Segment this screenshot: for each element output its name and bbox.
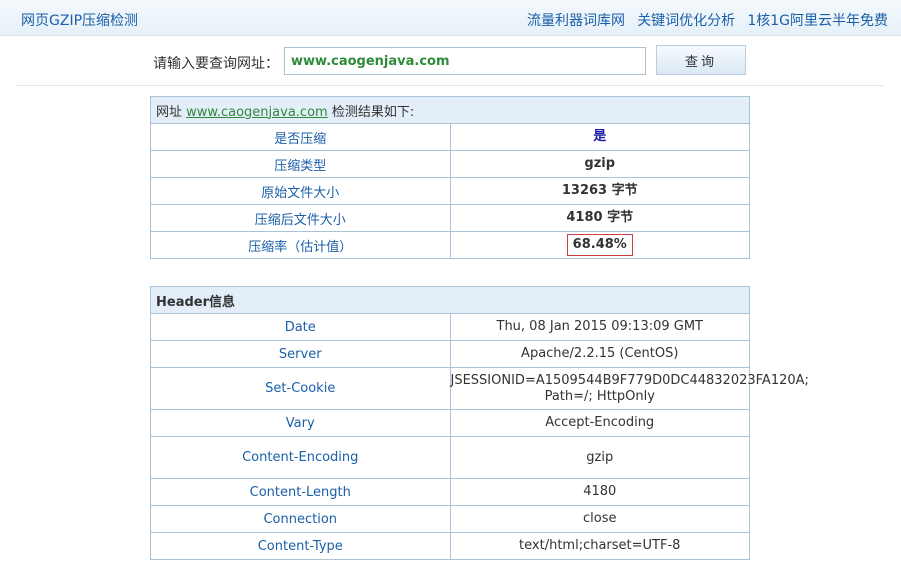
row-key: Set-Cookie xyxy=(150,367,451,410)
divider xyxy=(16,85,884,86)
table-row: Server Apache/2.2.15 (CentOS) xyxy=(150,340,750,368)
row-key: Date xyxy=(150,313,451,341)
search-label: 请输入要查询网址： xyxy=(153,56,279,72)
url-input[interactable] xyxy=(284,47,646,75)
table-row: 压缩率（估计值） 68.48% xyxy=(150,231,750,259)
row-key: Connection xyxy=(150,505,451,533)
row-value: text/html;charset=UTF-8 xyxy=(449,532,750,560)
row-value: close xyxy=(449,505,750,533)
table-row: Set-Cookie JSESSIONID=A1509544B9F779D0DC… xyxy=(150,367,809,410)
site-title-link[interactable]: 网页GZIP压缩检测 xyxy=(21,10,138,30)
result-suffix: 检测结果如下: xyxy=(331,104,415,120)
link-aliyun-promo[interactable]: 1核1G阿里云半年免费 xyxy=(747,13,888,29)
row-key: Content-Type xyxy=(150,532,451,560)
result-header: 网址 www.caogenjava.com 检测结果如下: xyxy=(150,96,750,124)
table-row: Date Thu, 08 Jan 2015 09:13:09 GMT xyxy=(150,313,750,341)
top-bar: 网页GZIP压缩检测 流量利器词库网 关键词优化分析 1核1G阿里云半年免费 xyxy=(0,0,901,36)
row-value: Accept-Encoding xyxy=(449,409,750,437)
table-row: 是否压缩 是 xyxy=(150,123,750,151)
table-row: 原始文件大小 13263 字节 xyxy=(150,177,750,205)
row-value: JSESSIONID=A1509544B9F779D0DC44832023FA1… xyxy=(449,367,809,410)
row-value: 68.48% xyxy=(449,231,750,259)
result-url-link[interactable]: www.caogenjava.com xyxy=(186,105,328,120)
query-button[interactable]: 查询 xyxy=(656,45,746,75)
table-row: 压缩类型 gzip xyxy=(150,150,750,178)
row-key: 压缩率（估计值） xyxy=(150,231,451,259)
row-key: 原始文件大小 xyxy=(150,177,451,205)
table-row: Content-Length 4180 xyxy=(150,478,750,506)
compression-rate-badge: 68.48% xyxy=(566,234,633,256)
row-key: Server xyxy=(150,340,451,368)
header-info-table: Header信息 Date Thu, 08 Jan 2015 09:13:09 … xyxy=(150,286,809,560)
row-value: Thu, 08 Jan 2015 09:13:09 GMT xyxy=(449,313,750,341)
table-row: 压缩后文件大小 4180 字节 xyxy=(150,204,750,232)
link-traffic-wordbank[interactable]: 流量利器词库网 xyxy=(527,13,625,29)
row-key: Content-Encoding xyxy=(150,436,451,479)
row-value: Apache/2.2.15 (CentOS) xyxy=(449,340,750,368)
row-key: Content-Length xyxy=(150,478,451,506)
header-info-title: Header信息 xyxy=(150,286,750,314)
result-prefix: 网址 xyxy=(156,104,183,120)
row-key: Vary xyxy=(150,409,451,437)
table-row: Vary Accept-Encoding xyxy=(150,409,750,437)
row-value: gzip xyxy=(449,150,750,178)
table-row: Content-Encoding gzip xyxy=(150,436,750,479)
table-row: Connection close xyxy=(150,505,750,533)
link-keyword-analysis[interactable]: 关键词优化分析 xyxy=(637,13,735,29)
table-row: Content-Type text/html;charset=UTF-8 xyxy=(150,532,750,560)
top-links: 流量利器词库网 关键词优化分析 1核1G阿里云半年免费 xyxy=(519,10,888,30)
row-value: 4180 字节 xyxy=(449,204,750,232)
row-value: 是 xyxy=(449,123,750,151)
row-value: 4180 xyxy=(449,478,750,506)
result-table: 网址 www.caogenjava.com 检测结果如下: 是否压缩 是 压缩类… xyxy=(150,96,750,259)
row-value: gzip xyxy=(449,436,750,479)
row-key: 是否压缩 xyxy=(150,123,451,151)
row-key: 压缩类型 xyxy=(150,150,451,178)
row-key: 压缩后文件大小 xyxy=(150,204,451,232)
row-value: 13263 字节 xyxy=(449,177,750,205)
